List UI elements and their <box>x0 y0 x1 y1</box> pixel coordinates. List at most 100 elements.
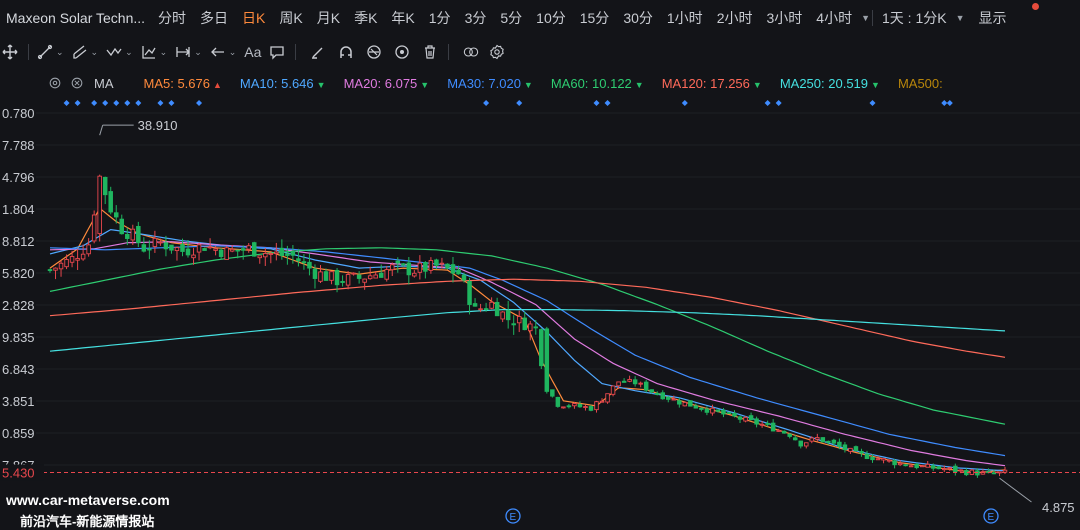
timeframe-4[interactable]: 月K <box>317 8 340 28</box>
signal-marker-16 <box>775 100 782 106</box>
signal-marker-0 <box>63 100 70 106</box>
candle <box>660 390 665 400</box>
candle <box>64 254 69 270</box>
candle <box>892 459 897 469</box>
candle <box>798 440 804 449</box>
event-e-letter-1: E <box>988 512 995 523</box>
candle <box>489 297 494 310</box>
timeframe-12[interactable]: 30分 <box>623 8 653 28</box>
candle <box>969 468 975 476</box>
max-pointer <box>99 125 104 136</box>
trend-line-icon[interactable]: ⌄ <box>37 44 64 60</box>
settings-gear-icon[interactable] <box>489 44 505 60</box>
link-chart-icon[interactable] <box>463 44 479 60</box>
ma-legend-item-6: MA250: 20.519 ▼ <box>779 75 880 91</box>
candle <box>384 266 389 282</box>
candle <box>251 241 257 257</box>
candle <box>511 315 516 335</box>
candle <box>80 244 86 261</box>
drawing-toolbar: ⌄ ⌄ ⌄ ⌄ ⌄ ⌄ Aa <box>0 38 1080 66</box>
candle <box>163 235 169 257</box>
candle <box>848 447 853 454</box>
fibonacci-icon[interactable]: ⌄ <box>141 44 167 60</box>
timeframe-0[interactable]: 分时 <box>158 8 186 28</box>
candle <box>765 420 770 427</box>
candle <box>329 271 334 285</box>
ma-line-ma30 <box>49 245 1006 457</box>
indicator-name[interactable]: MA <box>94 76 114 91</box>
ma-legend-item-4: MA60: 10.122 ▼ <box>550 75 644 91</box>
signal-marker-7 <box>157 100 164 106</box>
more-timeframes-chevron-icon[interactable]: ▼ <box>861 13 870 23</box>
wave-pattern-icon[interactable]: ⌄ <box>106 44 133 60</box>
ma-legend-item-5: MA120: 17.256 ▼ <box>661 75 762 91</box>
trash-icon[interactable] <box>422 44 438 60</box>
candlestick-chart[interactable]: 0.780 7.788 4.796 1.804 8.812 5.820 2.828 9.835… <box>0 96 1080 529</box>
candle <box>196 242 202 261</box>
candle <box>688 400 693 407</box>
timeframe-13[interactable]: 1小时 <box>667 8 703 28</box>
candle <box>886 459 892 463</box>
candle <box>58 260 64 277</box>
combo-chevron-down-icon[interactable]: ▼ <box>956 13 965 23</box>
candle <box>572 402 577 409</box>
timeframe-16[interactable]: 4小时 <box>816 8 852 28</box>
stock-title[interactable]: Maxeon Solar Techn... <box>6 10 145 26</box>
eye-lock-icon[interactable] <box>366 44 382 60</box>
candle <box>467 277 472 315</box>
pen-icon[interactable] <box>310 44 326 60</box>
timeframe-11[interactable]: 15分 <box>580 8 610 28</box>
timeframe-14[interactable]: 2小时 <box>717 8 753 28</box>
crosshair-move-icon[interactable] <box>2 44 18 60</box>
timeframe-8[interactable]: 3分 <box>465 8 487 28</box>
timeframe-9[interactable]: 5分 <box>500 8 522 28</box>
timeframe-list: 分时 多日 日K 周K 月K 季K 年K 1分 3分 5分 10分 15分 30分 1小时 2小时 3小时 4小… <box>151 8 859 28</box>
indicator-gear-icon[interactable] <box>48 76 62 90</box>
signal-marker-2 <box>91 100 98 106</box>
candle <box>621 378 627 383</box>
y-tick-5: 5.820 <box>2 266 35 281</box>
ma-legend-item-2: MA20: 6.075 ▼ <box>343 75 430 91</box>
min-pointer <box>999 477 1032 503</box>
candle <box>130 224 136 245</box>
signal-marker-5 <box>124 100 131 106</box>
candle <box>307 253 312 276</box>
timeframe-5[interactable]: 季K <box>354 8 377 28</box>
indicator-close-icon[interactable] <box>70 76 84 90</box>
candle <box>853 445 859 452</box>
max-price-label: 38.910 <box>138 118 178 133</box>
signal-marker-13 <box>604 100 611 106</box>
visibility-icon[interactable] <box>394 44 410 60</box>
candle <box>737 415 743 423</box>
timeframe-7[interactable]: 1分 <box>429 8 451 28</box>
arrow-tool-icon[interactable]: ⌄ <box>210 44 236 60</box>
comment-icon[interactable] <box>269 44 285 60</box>
candle <box>561 406 566 409</box>
divider <box>872 10 873 26</box>
timeframe-3[interactable]: 周K <box>279 8 302 28</box>
notification-dot <box>1032 3 1039 10</box>
candle <box>263 248 268 266</box>
magnet-icon[interactable] <box>338 44 354 60</box>
measure-icon[interactable]: ⌄ <box>175 44 202 60</box>
ma-line-ma20 <box>49 241 1006 467</box>
signal-marker-9 <box>196 100 203 106</box>
candle <box>914 462 919 470</box>
candle <box>693 403 699 409</box>
timeframe-1[interactable]: 多日 <box>200 8 228 28</box>
candle <box>947 467 953 471</box>
candle <box>654 391 660 396</box>
combo-timeframe[interactable]: 1天 : 1分K <box>882 8 947 28</box>
timeframe-6[interactable]: 年K <box>391 8 414 28</box>
candle <box>246 243 251 253</box>
display-button[interactable]: 显示 <box>979 8 1007 28</box>
text-tool[interactable]: Aa <box>244 44 261 60</box>
channel-tool-icon[interactable]: ⌄ <box>72 44 98 60</box>
timeframe-10[interactable]: 10分 <box>536 8 566 28</box>
timeframe-2[interactable]: 日K <box>242 8 265 28</box>
y-tick-9: 3.851 <box>2 394 35 409</box>
y-tick-4: 8.812 <box>2 234 35 249</box>
ma-line-ma60 <box>49 247 1006 425</box>
signal-marker-19 <box>946 100 953 106</box>
timeframe-15[interactable]: 3小时 <box>766 8 802 28</box>
